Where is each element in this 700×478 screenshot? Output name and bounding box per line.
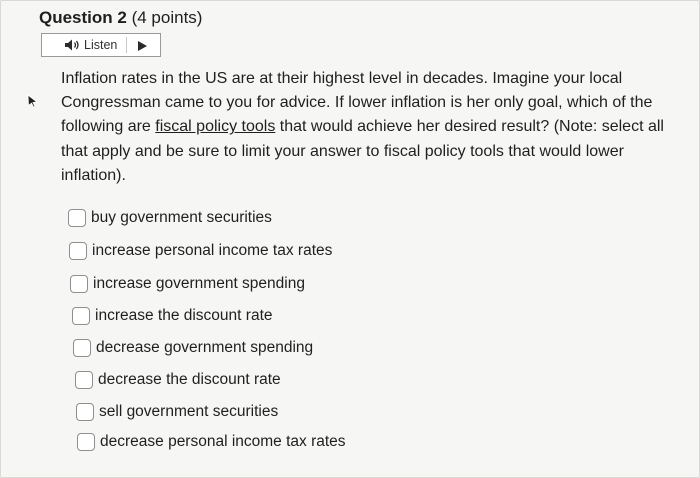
option-decrease-government-spending[interactable]: decrease government spending [73, 339, 313, 357]
option-label: buy government securities [91, 209, 272, 226]
option-increase-the-discount-rate[interactable]: increase the discount rate [72, 307, 273, 325]
option-checkbox[interactable] [76, 403, 94, 421]
option-increase-personal-income-tax-rates[interactable]: increase personal income tax rates [69, 242, 332, 260]
option-checkbox[interactable] [77, 433, 95, 451]
option-label: decrease government spending [96, 339, 314, 356]
option-label: decrease the discount rate [98, 371, 281, 388]
option-decrease-the-discount-rate[interactable]: decrease the discount rate [75, 371, 281, 389]
pointer-cursor-icon [25, 94, 39, 108]
option-checkbox[interactable] [72, 307, 90, 325]
option-checkbox[interactable] [73, 339, 91, 357]
option-increase-government-spending[interactable]: increase government spending [70, 275, 305, 293]
option-label: increase the discount rate [95, 307, 273, 324]
option-label: increase personal income tax rates [92, 242, 333, 259]
option-checkbox[interactable] [75, 371, 93, 389]
question-text: Inflation rates in the US are at their h… [61, 67, 669, 188]
option-decrease-personal-income-tax-rates[interactable]: decrease personal income tax rates [77, 433, 346, 451]
question-number: Question 2 [39, 8, 127, 27]
option-label: sell government securities [99, 403, 279, 420]
question-card: Question 2 (4 points) Listen Inflation r… [0, 0, 700, 478]
play-icon[interactable] [135, 39, 149, 53]
option-label: decrease personal income tax rates [100, 433, 346, 450]
listen-button[interactable]: Listen [41, 33, 161, 57]
fiscal-policy-tools-link[interactable]: fiscal policy tools [155, 118, 275, 135]
option-buy-government-securities[interactable]: buy government securities [68, 209, 272, 227]
listen-divider [126, 37, 127, 53]
option-checkbox[interactable] [70, 275, 88, 293]
listen-label: Listen [84, 38, 118, 52]
speaker-icon [64, 38, 84, 52]
option-sell-government-securities[interactable]: sell government securities [76, 403, 278, 421]
question-points: (4 points) [131, 8, 203, 27]
question-title: Question 2 (4 points) [39, 7, 202, 29]
option-checkbox[interactable] [69, 242, 87, 260]
option-label: increase government spending [93, 275, 305, 292]
option-checkbox[interactable] [68, 209, 86, 227]
